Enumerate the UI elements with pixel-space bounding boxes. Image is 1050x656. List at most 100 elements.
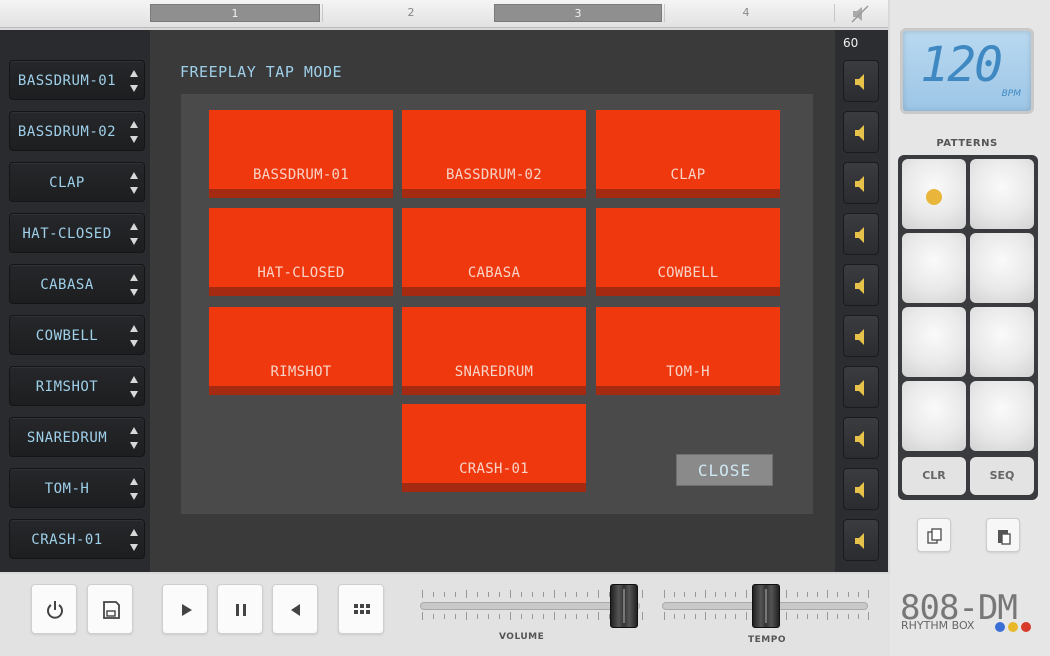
instrument-select[interactable]: CABASA [9, 264, 145, 304]
pattern-button[interactable] [970, 159, 1034, 229]
slider-tick [521, 614, 522, 619]
instrument-select[interactable]: BASSDRUM-01 [9, 60, 145, 100]
pause-button[interactable] [217, 584, 263, 634]
grid-icon [354, 604, 370, 614]
volume-slider-track[interactable] [420, 602, 640, 610]
instrument-select[interactable]: TOM-H [9, 468, 145, 508]
instrument-select[interactable]: CRASH-01 [9, 519, 145, 559]
channel-speaker-button[interactable] [843, 315, 879, 357]
up-down-arrows-icon [130, 223, 138, 245]
tap-pad[interactable]: CRASH-01 [402, 404, 586, 492]
pad-label: CRASH-01 [459, 461, 529, 477]
instrument-select[interactable]: RIMSHOT [9, 366, 145, 406]
slider-tick [664, 590, 665, 598]
slider-tick [499, 592, 500, 597]
instrument-select[interactable]: COWBELL [9, 315, 145, 355]
pattern-button[interactable] [902, 307, 966, 377]
slider-tick [598, 590, 599, 598]
pattern-button[interactable] [902, 381, 966, 451]
tap-pad[interactable]: SNAREDRUM [402, 307, 586, 395]
channel-speaker-button[interactable] [843, 417, 879, 459]
slider-tick [510, 612, 511, 620]
up-down-arrows-icon [130, 427, 138, 449]
tap-pad[interactable]: HAT-CLOSED [209, 208, 393, 296]
pattern-button[interactable] [970, 307, 1034, 377]
slider-tick [715, 592, 716, 597]
pause-icon [236, 604, 246, 616]
instrument-select[interactable]: CLAP [9, 162, 145, 202]
channel-speaker-button[interactable] [843, 264, 879, 306]
tap-pad[interactable]: BASSDRUM-01 [209, 110, 393, 198]
page-tab-4[interactable]: 4 [666, 4, 826, 22]
tap-pad[interactable]: CABASA [402, 208, 586, 296]
speaker-icon [855, 74, 864, 90]
paste-button[interactable] [986, 518, 1020, 552]
copy-button[interactable] [917, 518, 951, 552]
instrument-select[interactable]: BASSDRUM-02 [9, 111, 145, 151]
pad-label: COWBELL [657, 265, 719, 281]
pattern-button[interactable] [970, 381, 1034, 451]
instrument-label: CABASA [40, 277, 94, 293]
clear-button[interactable]: CLR [902, 457, 966, 495]
slider-tick [521, 592, 522, 597]
bpm-unit: BPM [1001, 89, 1021, 99]
up-down-arrows-icon [130, 478, 138, 500]
channel-speaker-button[interactable] [843, 519, 879, 561]
tap-pad[interactable]: TOM-H [596, 307, 780, 395]
slider-tick [532, 614, 533, 619]
tap-pad[interactable]: COWBELL [596, 208, 780, 296]
up-down-arrows-icon [130, 376, 138, 398]
slider-tick [786, 612, 787, 620]
slider-tick [587, 614, 588, 619]
pattern-grid: CLR SEQ [898, 155, 1038, 500]
mute-speaker-icon[interactable] [850, 4, 870, 24]
channel-speaker-button[interactable] [843, 60, 879, 102]
channel-speaker-button[interactable] [843, 111, 879, 153]
bpm-display[interactable]: 120 BPM [900, 28, 1034, 114]
power-button[interactable] [31, 584, 77, 634]
pattern-button[interactable] [902, 159, 966, 229]
slider-tick [684, 592, 685, 597]
volume-slider-knob[interactable] [610, 584, 638, 628]
slider-tick [746, 612, 747, 620]
speaker-icon [855, 176, 864, 192]
slider-tick [817, 592, 818, 597]
tap-pad[interactable]: CLAP [596, 110, 780, 198]
brand-dot-red [1021, 622, 1031, 632]
page-tab-3[interactable]: 3 [494, 4, 662, 22]
instrument-select[interactable]: HAT-CLOSED [9, 213, 145, 253]
page-tab-1[interactable]: 1 [150, 4, 320, 22]
slider-tick [868, 590, 869, 598]
rewind-button[interactable] [272, 584, 318, 634]
slider-tick [554, 590, 555, 598]
channel-speaker-button[interactable] [843, 468, 879, 510]
slider-tick [695, 592, 696, 597]
slider-tick [725, 592, 726, 597]
pattern-button[interactable] [970, 233, 1034, 303]
page-tab-2[interactable]: 2 [326, 4, 496, 22]
instrument-label: COWBELL [35, 328, 99, 344]
pad-label: CABASA [467, 265, 521, 281]
slider-tick [807, 614, 808, 619]
slider-tick [817, 614, 818, 619]
pattern-button[interactable] [902, 233, 966, 303]
channel-speaker-button[interactable] [843, 162, 879, 204]
slider-tick [837, 614, 838, 619]
tempo-slider-knob[interactable] [752, 584, 780, 628]
slider-tick [746, 590, 747, 598]
close-button[interactable]: CLOSE [676, 454, 773, 486]
channel-speaker-button[interactable] [843, 366, 879, 408]
instrument-select[interactable]: SNAREDRUM [9, 417, 145, 457]
slider-tick [797, 592, 798, 597]
tap-pad[interactable]: RIMSHOT [209, 307, 393, 395]
channel-speaker-button[interactable] [843, 213, 879, 255]
grid-button[interactable] [338, 584, 384, 634]
speaker-icon [855, 278, 864, 294]
instrument-label: RIMSHOT [35, 379, 99, 395]
tap-pad[interactable]: BASSDRUM-02 [402, 110, 586, 198]
slider-tick [433, 592, 434, 597]
speaker-icon [855, 125, 864, 141]
save-button[interactable] [87, 584, 133, 634]
sequence-button[interactable]: SEQ [970, 457, 1034, 495]
play-button[interactable] [162, 584, 208, 634]
